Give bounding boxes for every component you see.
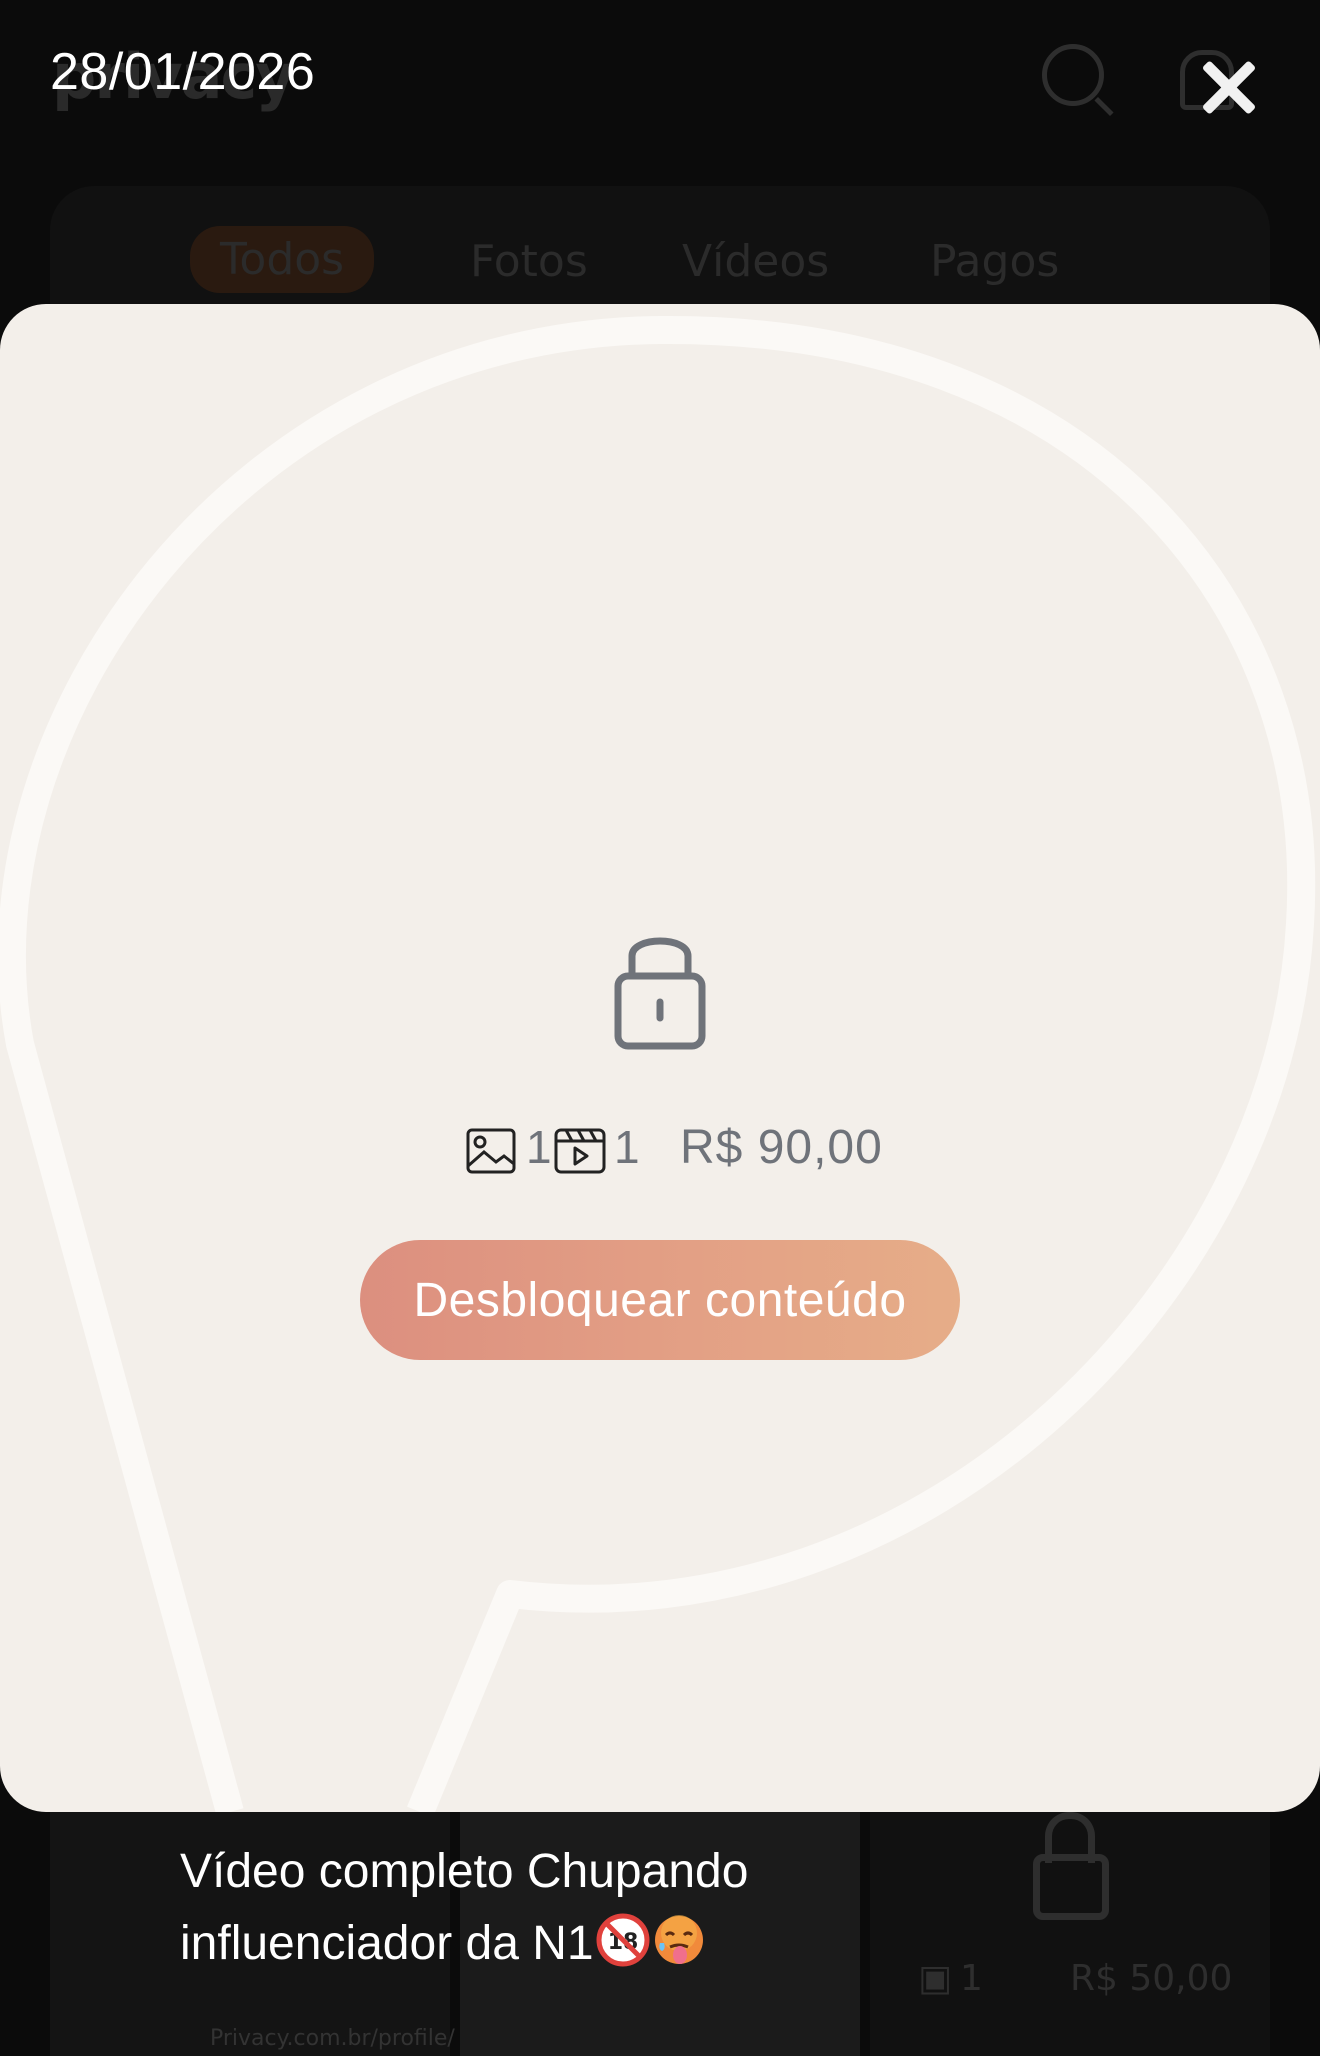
tab-videos: Vídeos [682,236,830,287]
unlock-content-button[interactable]: Desbloquear conteúdo [360,1240,960,1360]
post-price: R$ 90,00 [680,1121,883,1174]
video-icon [554,1128,606,1174]
post-caption: Vídeo completo Chupando influenciador da… [180,1836,1080,1980]
tab-pagos: Pagos [930,236,1060,287]
profile-url: Privacy.com.br/profile/ [210,2026,455,2051]
no-under-18-emoji: 18 [596,1913,650,1967]
tab-fotos: Fotos [470,236,588,287]
caption-line-2: influenciador da N1 [180,1917,594,1970]
tab-todos: Todos [190,226,375,293]
post-date: 28/01/2026 [50,43,316,101]
image-icon [466,1128,516,1174]
hot-face-emoji [654,1915,703,1964]
card-price: R$ 50,00 [1070,1958,1233,1999]
locked-content-card: 1 1 R$ 90,00 Desbloquear conteúdo [0,304,1320,1812]
close-button[interactable] [1192,52,1268,122]
image-count: 1 [526,1121,552,1173]
caption-line-1: Vídeo completo Chupando [180,1845,749,1898]
lock-icon [614,937,706,1050]
caption-line-2-wrap: influenciador da N1 18 [180,1908,1080,1980]
search-icon [1042,44,1104,106]
video-count: 1 [614,1121,640,1173]
speech-bubble-watermark [0,315,1316,1812]
